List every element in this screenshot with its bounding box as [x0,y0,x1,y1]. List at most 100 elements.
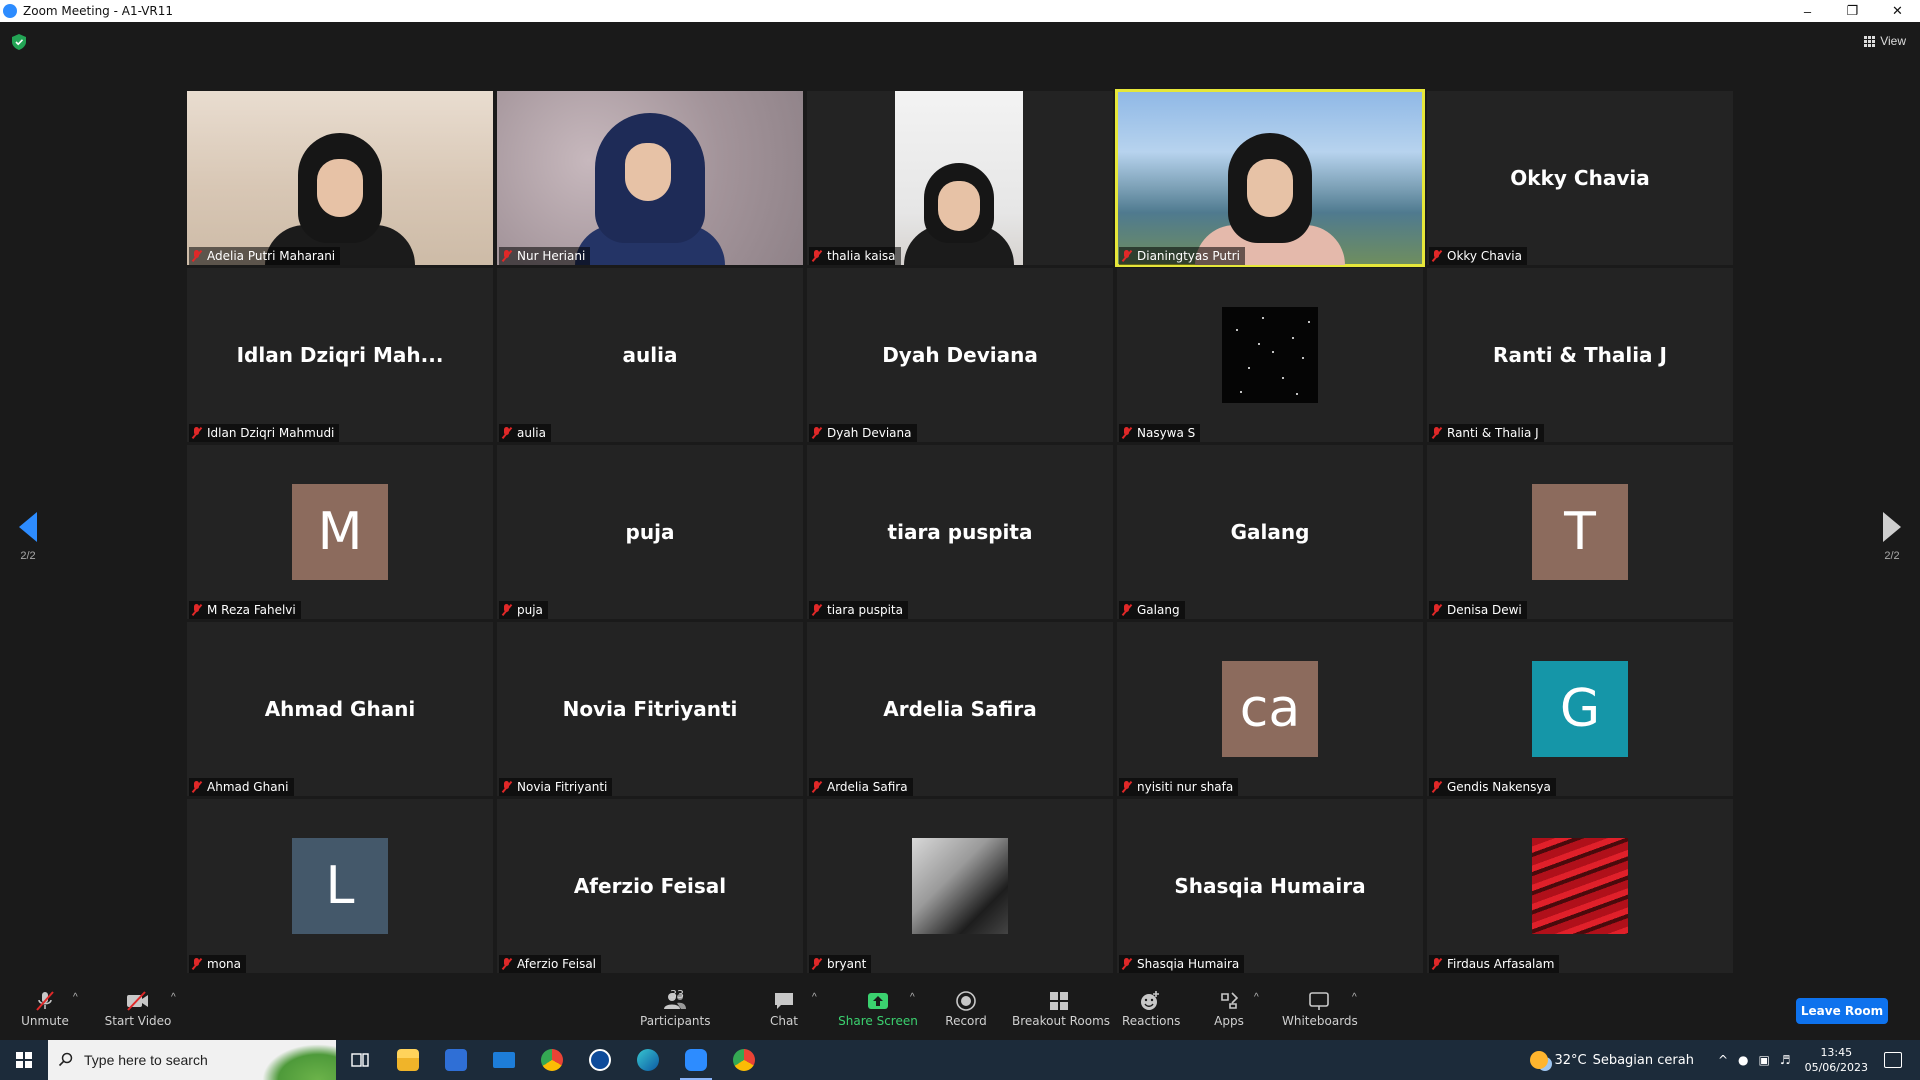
taskbar-zoom[interactable] [672,1040,720,1080]
participant-avatar: ca [1222,661,1318,757]
taskbar-search-box[interactable]: Type here to search [48,1040,336,1080]
weather-widget[interactable]: 32°C Sebagian cerah [1530,1051,1694,1069]
record-label: Record [945,1014,987,1028]
previous-page-button[interactable]: 2/2 [8,512,48,562]
participant-tile[interactable]: Ranti & Thalia J Ranti & Thalia J [1427,268,1733,442]
taskbar-edge[interactable] [624,1040,672,1080]
mail-icon [493,1052,515,1068]
start-button[interactable] [0,1040,48,1080]
participant-tile[interactable]: T Denisa Dewi [1427,445,1733,619]
notifications-icon[interactable] [1884,1052,1902,1068]
participant-tile[interactable]: Dyah Deviana Dyah Deviana [807,268,1113,442]
participant-name: Dianingtyas Putri [1137,249,1240,263]
participant-tile[interactable]: Dianingtyas Putri [1115,89,1425,267]
participant-name-label: Ranti & Thalia J [1429,424,1544,442]
minimize-button[interactable]: – [1785,0,1830,22]
share-screen-button[interactable]: Share Screen [838,990,918,1028]
participant-name-label: aulia [499,424,551,442]
tray-icons: ^ ● ▣ ♬ [1718,1053,1791,1067]
participant-name: Ahmad Ghani [207,780,289,794]
apps-options-caret-icon[interactable]: ^ [1254,992,1259,1003]
volume-icon[interactable]: ♬ [1780,1053,1791,1067]
participant-tile[interactable]: Lmona [187,799,493,973]
participant-tile[interactable]: Galang Galang [1117,445,1423,619]
participant-name: Novia Fitriyanti [517,780,608,794]
leave-room-button[interactable]: Leave Room [1796,998,1888,1024]
muted-microphone-icon [1121,427,1133,439]
participant-tile[interactable]: Aferzio Feisal Aferzio Feisal [497,799,803,973]
whiteboard-options-caret-icon[interactable]: ^ [1352,992,1357,1003]
chat-button[interactable]: Chat [764,990,804,1028]
participant-tile[interactable]: Idlan Dziqri Mah... Idlan Dziqri Mahmudi [187,268,493,442]
unmute-button[interactable]: Unmute [14,990,76,1028]
next-page-button[interactable]: 2/2 [1872,512,1912,562]
participant-name-label: tiara puspita [809,601,908,619]
teamviewer-icon [589,1049,611,1071]
meeting-area: View 2/2 2/2 Adelia Putri Maharani Nur He… [0,22,1920,1040]
network-icon[interactable]: ▣ [1758,1053,1769,1067]
taskbar-file-explorer[interactable] [384,1040,432,1080]
share-screen-label: Share Screen [838,1014,918,1028]
participant-tile[interactable]: M M Reza Fahelvi [187,445,493,619]
security-shield-icon[interactable] [12,34,26,50]
participant-tile[interactable]: bryant [807,799,1113,973]
share-options-caret-icon[interactable]: ^ [910,992,915,1003]
reactions-button[interactable]: Reactions [1122,990,1181,1028]
microphone-tray-icon[interactable]: ● [1738,1053,1748,1067]
taskbar-chrome-profile[interactable] [720,1040,768,1080]
muted-microphone-icon [1431,958,1443,970]
participant-tile[interactable]: Nasywa S [1117,268,1423,442]
reactions-label: Reactions [1122,1014,1181,1028]
task-view-button[interactable] [336,1040,384,1080]
participant-tile[interactable]: Ahmad Ghani Ahmad Ghani [187,622,493,796]
whiteboards-button[interactable]: Whiteboards [1282,990,1358,1028]
grid-view-icon [1864,35,1876,47]
view-button[interactable]: View [1864,34,1906,48]
participant-tile[interactable]: ca nyisiti nur shafa [1117,622,1423,796]
participant-tile[interactable]: Novia Fitriyanti Novia Fitriyanti [497,622,803,796]
taskbar-teamviewer[interactable] [576,1040,624,1080]
participant-name: Galang [1137,603,1180,617]
participant-tile[interactable]: G Gendis Nakensya [1427,622,1733,796]
chat-options-caret-icon[interactable]: ^ [812,992,817,1003]
participant-tile[interactable]: thalia kaisa [807,91,1113,265]
participant-tile[interactable]: Ardelia Safira Ardelia Safira [807,622,1113,796]
participant-tile[interactable]: Adelia Putri Maharani [187,91,493,265]
breakout-rooms-button[interactable]: Breakout Rooms [1012,990,1110,1028]
participant-name-label: nyisiti nur shafa [1119,778,1239,796]
search-placeholder: Type here to search [84,1052,208,1068]
taskbar-chrome[interactable] [528,1040,576,1080]
participant-tile[interactable]: Firdaus Arfasalam [1427,799,1733,973]
video-options-caret-icon[interactable]: ^ [171,992,176,1003]
taskbar-clock[interactable]: 13:45 05/06/2023 [1805,1045,1868,1075]
start-video-button[interactable]: Start Video [104,990,172,1028]
participant-display-name: Idlan Dziqri Mah... [236,343,444,367]
participant-tile[interactable]: Okky Chavia Okky Chavia [1427,91,1733,265]
chevron-up-icon[interactable]: ^ [1718,1053,1728,1067]
participant-tile[interactable]: puja puja [497,445,803,619]
record-button[interactable]: Record [940,990,992,1028]
participants-button[interactable]: 33 Participants [640,988,711,1028]
muted-microphone-icon [811,781,823,793]
participant-name: nyisiti nur shafa [1137,780,1234,794]
participant-name-label: Galang [1119,601,1185,619]
muted-microphone-icon [191,427,203,439]
taskbar-mail[interactable] [480,1040,528,1080]
participant-tile[interactable]: aulia aulia [497,268,803,442]
apps-icon [1214,990,1244,1012]
apps-button[interactable]: Apps [1214,990,1244,1028]
participant-name: tiara puspita [827,603,903,617]
taskbar-store[interactable] [432,1040,480,1080]
participant-name-label: mona [189,955,246,973]
participant-tile[interactable]: tiara puspita tiara puspita [807,445,1113,619]
participant-tile[interactable]: Nur Heriani [497,91,803,265]
participant-avatar: L [292,838,388,934]
arrow-right-icon [1883,512,1901,542]
close-button[interactable]: ✕ [1875,0,1920,22]
restore-button[interactable]: ❐ [1830,0,1875,22]
audio-options-caret-icon[interactable]: ^ [73,992,78,1003]
participant-name-label: Denisa Dewi [1429,601,1527,619]
participant-tile[interactable]: Shasqia Humaira Shasqia Humaira [1117,799,1423,973]
participant-profile-picture [912,838,1008,934]
participants-count: 33 [670,988,684,1001]
